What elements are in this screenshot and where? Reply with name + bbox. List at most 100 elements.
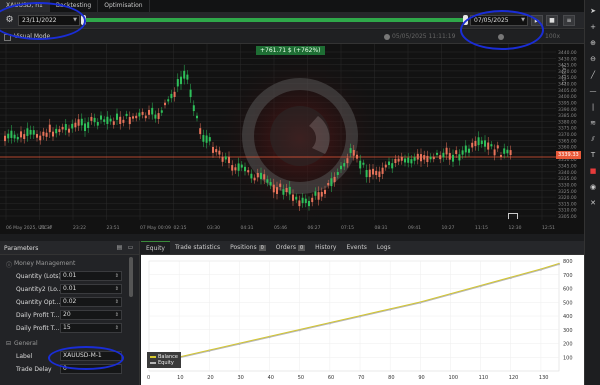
y-tick-label: 3305.00 [558, 214, 577, 220]
candle [304, 198, 307, 204]
legend-label: Equity [158, 360, 174, 366]
horizontal-line-icon[interactable]: — [588, 86, 598, 96]
param-input[interactable]: 0.01 ⇕ [60, 284, 122, 294]
candle [186, 74, 189, 80]
candle [272, 184, 275, 193]
tab-equity[interactable]: Equity [141, 241, 170, 254]
tab-symbol[interactable]: XAUUSD, h1 [0, 0, 50, 12]
param-value: 0 [63, 365, 67, 372]
cursor-icon[interactable]: ➤ [588, 6, 598, 16]
param-label: Daily Profit T... [16, 325, 60, 332]
candle [349, 148, 352, 154]
param-input[interactable]: 15 ⇕ [60, 323, 122, 333]
start-date-picker[interactable]: 23/11/2022 ▼ [18, 15, 80, 26]
settings-gear-icon[interactable]: ⚙ [4, 15, 15, 26]
equity-chart[interactable]: 800 700 600 500 400 300 200 100 0 10 20 30 40 50 60 70 8… [141, 255, 584, 385]
tab-label: Trade statistics [174, 244, 221, 251]
tab-label: Equity [146, 245, 165, 252]
scroll-to-end-icon[interactable] [508, 213, 518, 219]
delete-icon[interactable]: ✕ [588, 198, 598, 208]
y-tick-label: 800 [563, 259, 573, 265]
equity-legend: Balance Equity [147, 352, 181, 368]
candle [320, 191, 323, 197]
crosshair-icon[interactable]: + [588, 22, 598, 32]
fibonacci-icon[interactable]: ≋ [588, 118, 598, 128]
eye-icon[interactable]: ◉ [588, 182, 598, 192]
y-tick-label: 3335.00 [558, 176, 577, 182]
tab-optimisation[interactable]: Optimisation [98, 0, 150, 12]
data-point-equity [509, 277, 512, 280]
range-start-handle[interactable] [81, 15, 86, 25]
tab-trade-statistics[interactable]: Trade statistics [170, 241, 225, 254]
text-icon[interactable]: T [588, 150, 598, 160]
stop-button[interactable]: ■ [546, 15, 558, 26]
menu-button[interactable]: ≡ [563, 15, 575, 26]
candle [29, 129, 32, 135]
candle [61, 126, 64, 130]
candle [144, 115, 147, 119]
stepper-icon[interactable]: ⇕ [115, 272, 119, 280]
param-value: 0.01 [63, 285, 77, 292]
channel-icon[interactable]: ⫽ [588, 134, 598, 144]
param-value: 20 [63, 311, 71, 318]
candle [493, 149, 496, 156]
trend-line-icon[interactable]: ╱ [588, 70, 598, 80]
candle [176, 79, 179, 87]
stepper-icon[interactable]: ⇕ [115, 311, 119, 319]
candle [212, 146, 214, 153]
label-input[interactable]: XAUUSD-M-1 [60, 351, 122, 361]
vertical-line-icon[interactable]: | [588, 102, 598, 112]
y-tick-label: 3380.00 [558, 119, 577, 125]
speed-slider-handle[interactable] [498, 34, 504, 40]
data-point-equity [389, 308, 392, 311]
tab-events[interactable]: Events [342, 241, 372, 254]
param-value: XAUUSD-M-1 [63, 352, 102, 359]
section-money-management[interactable]: ⓘ Money Management [0, 258, 139, 270]
data-point-equity [540, 269, 542, 271]
candle [128, 117, 131, 125]
candle [340, 165, 342, 170]
stepper-icon[interactable]: ⇕ [115, 298, 119, 306]
red-marker-icon[interactable]: ■ [588, 166, 598, 176]
save-icon[interactable]: ▤ [116, 244, 123, 251]
candle [170, 93, 173, 99]
load-icon[interactable]: ▭ [127, 244, 134, 251]
tab-positions[interactable]: Positions 0 [225, 241, 271, 254]
param-input[interactable]: 0.01 ⇕ [60, 271, 122, 281]
candle [71, 123, 74, 129]
play-button[interactable]: ▶ [531, 15, 543, 26]
y-tick-label: 3390.00 [558, 107, 577, 113]
x-tick-label: 110 [479, 375, 489, 381]
candle [464, 145, 467, 153]
candle [292, 194, 294, 201]
param-row: Quantity Opt... 0.02 ⇕ [0, 296, 139, 309]
param-input[interactable]: 0 [60, 364, 122, 374]
legend-item-equity: Equity [150, 360, 178, 366]
parameters-scrollbar[interactable] [129, 257, 133, 297]
candle [253, 177, 256, 181]
zoom-in-icon[interactable]: ⊕ [588, 38, 598, 48]
visual-mode-checkbox[interactable] [4, 34, 11, 41]
tab-logs[interactable]: Logs [372, 241, 396, 254]
candle [506, 149, 509, 154]
tab-orders[interactable]: Orders 0 [271, 241, 310, 254]
end-date-value: 07/05/2025 [474, 17, 509, 24]
chevron-down-icon: ▼ [73, 17, 77, 23]
candle [308, 200, 310, 207]
section-general[interactable]: ⊟ General [0, 338, 139, 350]
backtest-range-slider[interactable] [83, 18, 466, 22]
tab-backtesting[interactable]: Backtesting [50, 0, 99, 12]
tab-history[interactable]: History [310, 241, 341, 254]
zoom-out-icon[interactable]: ⊖ [588, 54, 598, 64]
end-date-picker[interactable]: 07/05/2025 ▼ [470, 15, 528, 26]
stepper-icon[interactable]: ⇕ [115, 285, 119, 293]
param-input[interactable]: 20 ⇕ [60, 310, 122, 320]
price-chart[interactable]: 3440.00 3430.00 3425.00 3420.00 3415.00 3410.… [0, 44, 584, 234]
candle [180, 76, 182, 85]
candle [509, 150, 512, 156]
candle [445, 147, 448, 155]
y-tick-label: 3345.00 [558, 164, 577, 170]
range-end-handle[interactable] [463, 15, 468, 25]
stepper-icon[interactable]: ⇕ [115, 324, 119, 332]
param-input[interactable]: 0.02 ⇕ [60, 297, 122, 307]
